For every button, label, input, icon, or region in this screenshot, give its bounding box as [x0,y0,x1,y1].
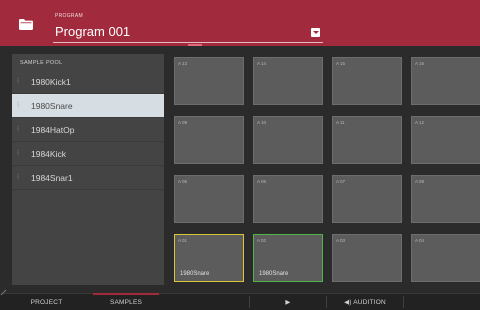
sample-pool-item-label: 1980Snare [31,100,73,111]
waveform-icon: ⫶⫶ [17,173,20,181]
pad[interactable]: A 08 [411,175,480,223]
pad[interactable]: A 02 1980Snare [253,234,323,282]
pad[interactable]: A 12 [411,116,480,164]
sample-pool-item-label: 1984Kick [31,148,66,159]
corner-grip-icon [0,289,7,296]
sample-pool-item[interactable]: ⫶⫶ 1980Kick1 [12,70,164,94]
waveform-icon: ⫶⫶ [17,77,20,85]
pad[interactable]: A 11 [332,116,402,164]
sample-pool-item[interactable]: ⫶⫶ 1984HatOp [12,118,164,142]
pad-id-label: A 16 [415,61,425,66]
waveform-icon: ⫶⫶ [17,149,20,157]
sample-pool-list: ⫶⫶ 1980Kick1 ⫶⫶ 1980Snare ⫶⫶ 1984HatOp ⫶⫶ 1984K… [12,70,164,190]
waveform-icon: ⫶⫶ [17,125,20,133]
pad-id-label: A 13 [178,61,188,66]
pad[interactable]: A 09 [174,116,244,164]
pad-sample-label: 1980Snare [259,271,289,277]
pad[interactable]: A 16 [411,57,480,105]
pad[interactable]: A 13 [174,57,244,105]
pad-id-label: A 08 [415,179,425,184]
play-button[interactable]: ▶ [250,294,326,310]
waveform-icon: ⫶⫶ [17,101,20,109]
app-window: PROGRAM Program 001 SAMPLE POOL ⫶⫶ 1980Ki… [0,0,480,310]
pad-id-label: A 15 [336,61,346,66]
pad-id-label: A 14 [257,61,267,66]
program-dropdown-button[interactable] [311,28,320,37]
program-header: PROGRAM Program 001 [0,0,480,46]
pad-id-label: A 11 [336,120,345,125]
program-name-field[interactable]: Program 001 [55,24,130,39]
pad-id-label: A 07 [336,179,346,184]
tab-project[interactable]: PROJECT [0,294,93,310]
sample-pool-item-label: 1984Snar1 [31,172,73,183]
sample-pool-item-label: 1984HatOp [31,124,75,135]
program-caption: PROGRAM [55,13,83,19]
pad-id-label: A 04 [415,238,425,243]
pad[interactable]: A 10 [253,116,323,164]
browser-folder-button[interactable] [11,10,41,38]
pad[interactable]: A 14 [253,57,323,105]
pad[interactable]: A 07 [332,175,402,223]
pad[interactable]: A 04 [411,234,480,282]
pad-id-label: A 05 [178,179,188,184]
pad[interactable]: A 05 [174,175,244,223]
pad-id-label: A 03 [336,238,346,243]
pad[interactable]: A 03 [332,234,402,282]
sample-pool-item[interactable]: ⫶⫶ 1980Snare [12,94,164,118]
sample-pool-item[interactable]: ⫶⫶ 1984Kick [12,142,164,166]
pad[interactable]: A 15 [332,57,402,105]
pad-id-label: A 09 [178,120,188,125]
folder-icon [19,18,33,30]
pad-id-label: A 12 [415,120,425,125]
pad-grid: A 13 A 14 A 15 A 16 A 09 A 10 A 11 A 12 A 05 A 06… [168,50,480,290]
pad-id-label: A 06 [257,179,267,184]
sample-pool-item[interactable]: ⫶⫶ 1984Snar1 [12,166,164,190]
sample-pool-title: SAMPLE POOL [20,60,63,66]
bottom-toolbar: PROJECT SAMPLES ▶ ◀) AUDITION [0,293,480,310]
pad-sample-label: 1980Snare [180,271,210,277]
pad[interactable]: A 06 [253,175,323,223]
program-field-underline [53,42,323,43]
tab-samples[interactable]: SAMPLES [93,294,159,310]
pad[interactable]: A 01 1980Snare [174,234,244,282]
header-scroll-indicator [188,44,202,46]
pad-id-label: A 01 [178,238,188,243]
sample-pool-panel: SAMPLE POOL ⫶⫶ 1980Kick1 ⫶⫶ 1980Snare ⫶⫶ 1984… [12,54,164,285]
pad-id-label: A 02 [257,238,267,243]
toolbar-divider [403,296,404,308]
pad-id-label: A 10 [257,120,267,125]
sample-pool-item-label: 1980Kick1 [31,76,71,87]
audition-button[interactable]: ◀) AUDITION [327,294,403,310]
